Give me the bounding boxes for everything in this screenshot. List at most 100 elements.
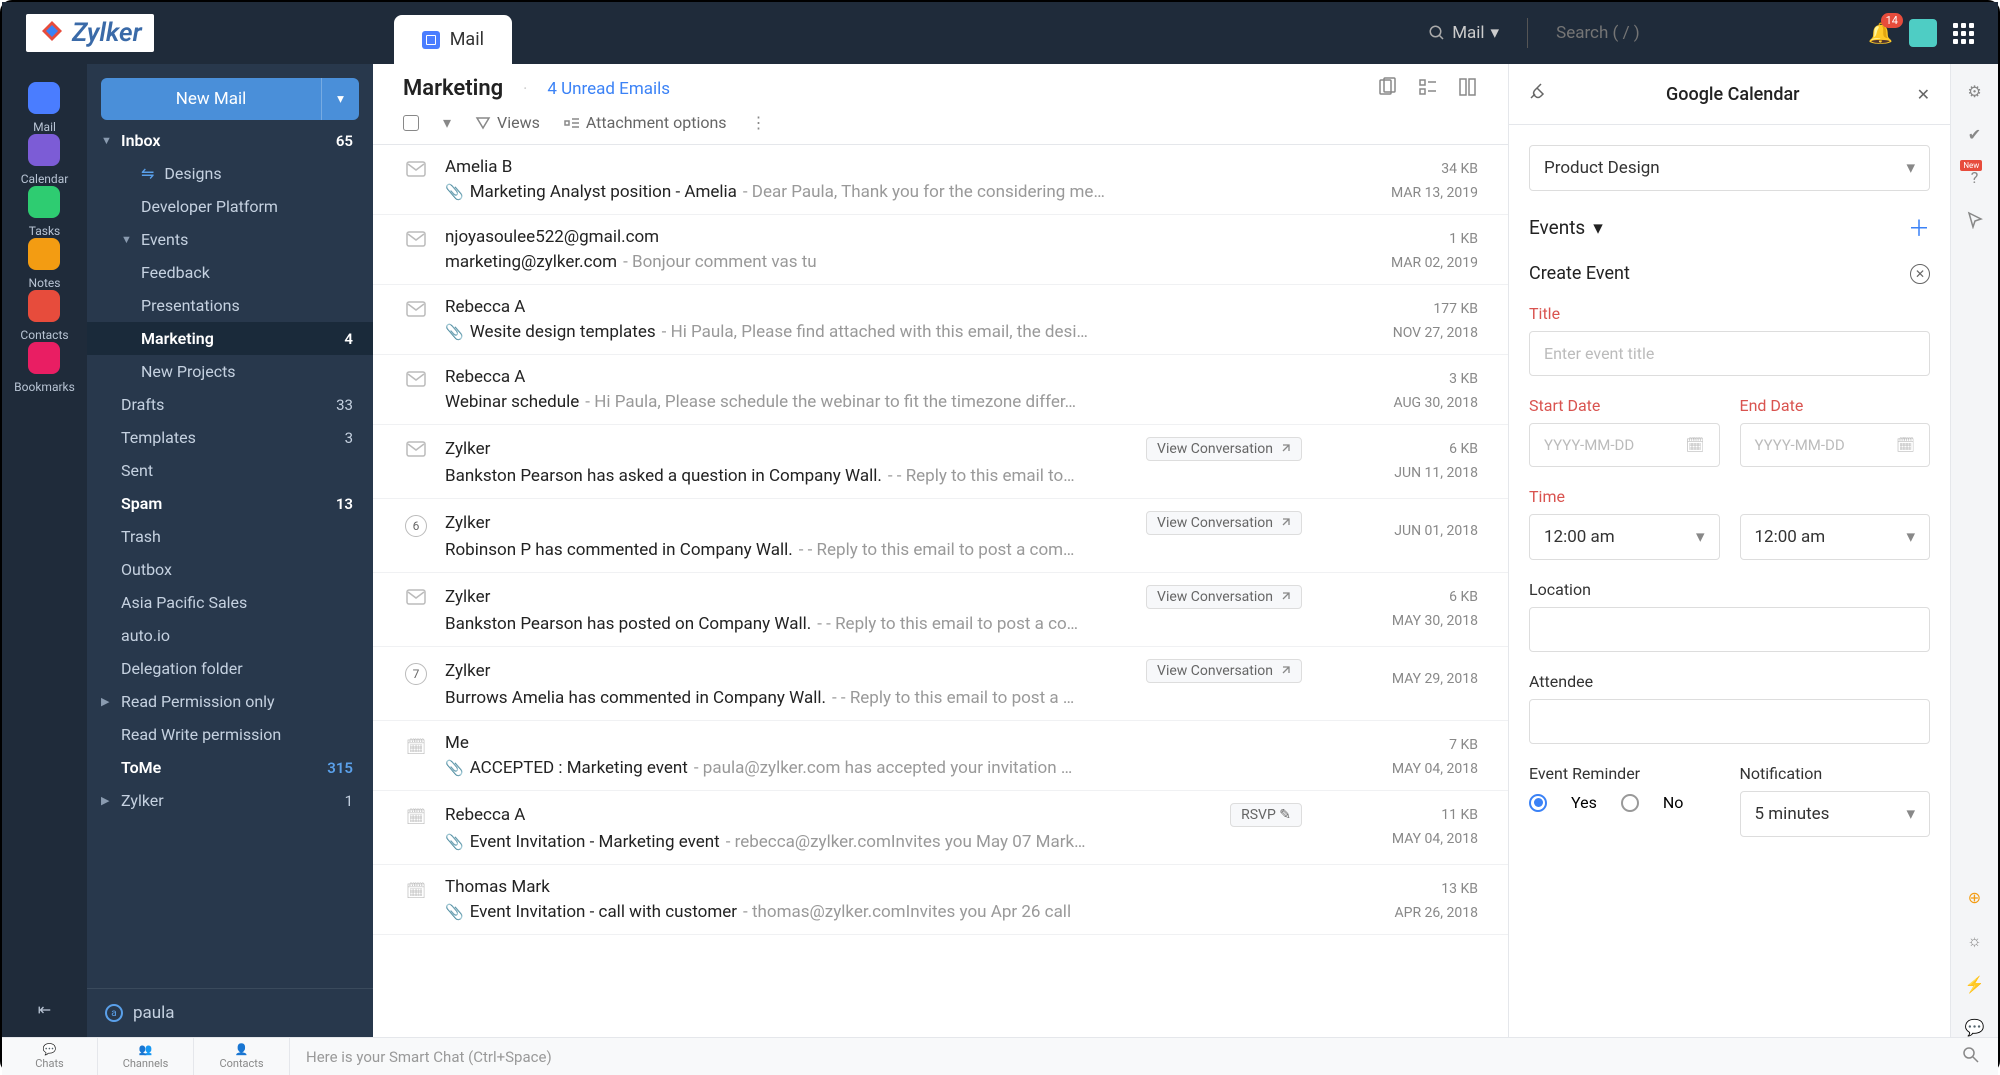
rail-item-tasks[interactable]: Tasks — [14, 186, 75, 238]
search-icon[interactable] — [1962, 1046, 1998, 1068]
brightness-icon[interactable]: ☼ — [1967, 931, 1982, 951]
attachment-options-button[interactable]: Attachment options — [564, 113, 727, 132]
event-title-input[interactable] — [1529, 331, 1930, 376]
start-time-select[interactable]: 12:00 am▾ — [1529, 514, 1720, 560]
close-icon[interactable]: ✕ — [1917, 85, 1930, 104]
view-conversation-button[interactable]: View Conversation — [1146, 437, 1302, 461]
reminder-no-radio[interactable] — [1621, 794, 1639, 812]
attendee-input[interactable] — [1529, 699, 1930, 744]
brand-logo[interactable]: Zylker — [26, 14, 154, 52]
search-scope[interactable]: Mail ▾ — [1428, 23, 1499, 43]
location-input[interactable] — [1529, 607, 1930, 652]
current-user-row[interactable]: paula — [87, 988, 373, 1037]
reminder-yes-radio[interactable] — [1529, 794, 1547, 812]
new-mail-dropdown[interactable]: ▾ — [321, 78, 359, 120]
folder-item[interactable]: ▼Events — [87, 223, 373, 256]
views-button[interactable]: Views — [475, 113, 540, 132]
folder-item[interactable]: Marketing4 — [87, 322, 373, 355]
folder-item[interactable]: Feedback — [87, 256, 373, 289]
email-row[interactable]: Amelia B📎Marketing Analyst position - Am… — [373, 145, 1508, 215]
email-row[interactable]: ZylkerView Conversation Bankston Pearson… — [373, 425, 1508, 499]
view-conversation-button[interactable]: View Conversation — [1146, 511, 1302, 535]
folder-name: Events — [141, 230, 188, 249]
chevron-down-icon[interactable]: ▾ — [443, 113, 451, 132]
end-time-select[interactable]: 12:00 am▾ — [1740, 514, 1931, 560]
close-create-event-icon[interactable]: ✕ — [1910, 264, 1930, 284]
avatar[interactable] — [1909, 19, 1937, 47]
folder-item[interactable]: ⇋Designs — [87, 157, 373, 190]
notifications-button[interactable]: 🔔 14 — [1868, 21, 1893, 45]
unread-count-link[interactable]: 4 Unread Emails — [547, 79, 670, 99]
email-row[interactable]: ZylkerView Conversation Bankston Pearson… — [373, 573, 1508, 647]
folder-item[interactable]: Sent — [87, 454, 373, 487]
rail-item-calendar[interactable]: Calendar — [14, 134, 75, 186]
notes-icon — [28, 238, 60, 270]
folder-item[interactable]: Templates3 — [87, 421, 373, 454]
email-row[interactable]: njoyasoulee522@gmail.commarketing@zylker… — [373, 215, 1508, 285]
email-row[interactable]: Rebecca AWebinar schedule - Hi Paula, Pl… — [373, 355, 1508, 425]
rail-item-contacts[interactable]: Contacts — [14, 290, 75, 342]
layout-icon-2[interactable] — [1418, 77, 1438, 101]
channels-tab[interactable]: 👥Channels — [98, 1038, 194, 1075]
folder-item[interactable]: Outbox — [87, 553, 373, 586]
new-mail-button[interactable]: New Mail — [101, 78, 321, 120]
plug-icon[interactable]: ⚡ — [1965, 975, 1985, 994]
help-icon[interactable]: ? — [1971, 168, 1979, 187]
rail-item-notes[interactable]: Notes — [14, 238, 75, 290]
views-label: Views — [497, 113, 540, 132]
calendar-select[interactable]: Product Design▾ — [1529, 145, 1930, 191]
app-tab-mail[interactable]: Mail — [394, 15, 512, 64]
add-event-icon[interactable]: ＋ — [1908, 211, 1930, 243]
folder-name: Asia Pacific Sales — [121, 593, 247, 612]
bookmarks-icon — [28, 342, 60, 374]
view-conversation-button[interactable]: View Conversation — [1146, 659, 1302, 683]
email-subject: Wesite design templates — [470, 322, 656, 342]
search-input[interactable] — [1556, 23, 1756, 43]
more-icon[interactable]: ⋮ — [751, 113, 767, 132]
rail-item-mail[interactable]: Mail — [14, 82, 75, 134]
notification-select[interactable]: 5 minutes▾ — [1740, 791, 1931, 837]
rail-item-bookmarks[interactable]: Bookmarks — [14, 342, 75, 394]
view-conversation-button[interactable]: View Conversation — [1146, 585, 1302, 609]
email-row[interactable]: 7ZylkerView Conversation Burrows Amelia … — [373, 647, 1508, 721]
gear-icon[interactable]: ⚙ — [1967, 82, 1981, 101]
email-size: 13 KB — [1441, 881, 1478, 897]
folder-item[interactable]: Asia Pacific Sales — [87, 586, 373, 619]
apps-grid-icon[interactable] — [1953, 23, 1974, 44]
end-date-input[interactable]: YYYY-MM-DD🗓 — [1740, 423, 1931, 467]
folder-item[interactable]: ▼Inbox65 — [87, 124, 373, 157]
folder-item[interactable]: Read Write permission — [87, 718, 373, 751]
email-row[interactable]: 🗓Rebecca ARSVP ✎📎Event Invitation - Mark… — [373, 791, 1508, 865]
contacts-tab[interactable]: 👤Contacts — [194, 1038, 290, 1075]
folder-item[interactable]: Drafts33 — [87, 388, 373, 421]
select-all-checkbox[interactable] — [403, 115, 419, 131]
start-date-input[interactable]: YYYY-MM-DD🗓 — [1529, 423, 1720, 467]
email-row[interactable]: 🗓Thomas Mark📎Event Invitation - call wit… — [373, 865, 1508, 935]
folder-item[interactable]: Trash — [87, 520, 373, 553]
folder-item[interactable]: Delegation folder — [87, 652, 373, 685]
folder-item[interactable]: Presentations — [87, 289, 373, 322]
folder-item[interactable]: New Projects — [87, 355, 373, 388]
folder-item[interactable]: Developer Platform — [87, 190, 373, 223]
layout-icon-1[interactable] — [1378, 77, 1398, 101]
folder-item[interactable]: ▶Zylker1 — [87, 784, 373, 817]
check-icon[interactable]: ✔︎ — [1968, 125, 1981, 144]
folder-item[interactable]: ▶Read Permission only — [87, 685, 373, 718]
chat-icon[interactable]: 💬 — [1965, 1018, 1985, 1037]
events-section-header[interactable]: Events▾ — [1529, 216, 1603, 239]
email-row[interactable]: Rebecca A📎Wesite design templates - Hi P… — [373, 285, 1508, 355]
add-note-icon[interactable]: ⊕ — [1968, 888, 1981, 907]
chats-tab[interactable]: 💬Chats — [2, 1038, 98, 1075]
layout-icon-3[interactable] — [1458, 77, 1478, 101]
rsvp-button[interactable]: RSVP ✎ — [1230, 803, 1302, 827]
folder-item[interactable]: Spam13 — [87, 487, 373, 520]
chevron-down-icon: ▾ — [1696, 527, 1705, 547]
email-row[interactable]: 6ZylkerView Conversation Robinson P has … — [373, 499, 1508, 573]
folder-item[interactable]: auto.io — [87, 619, 373, 652]
email-row[interactable]: 🗓Me📎ACCEPTED : Marketing event - paula@z… — [373, 721, 1508, 791]
folder-item[interactable]: ToMe315 — [87, 751, 373, 784]
collapse-icon[interactable]: ⇤ — [38, 1000, 51, 1037]
mail-icon — [406, 301, 426, 322]
cursor-icon[interactable] — [1966, 211, 1984, 233]
current-user-label: paula — [133, 1003, 175, 1023]
